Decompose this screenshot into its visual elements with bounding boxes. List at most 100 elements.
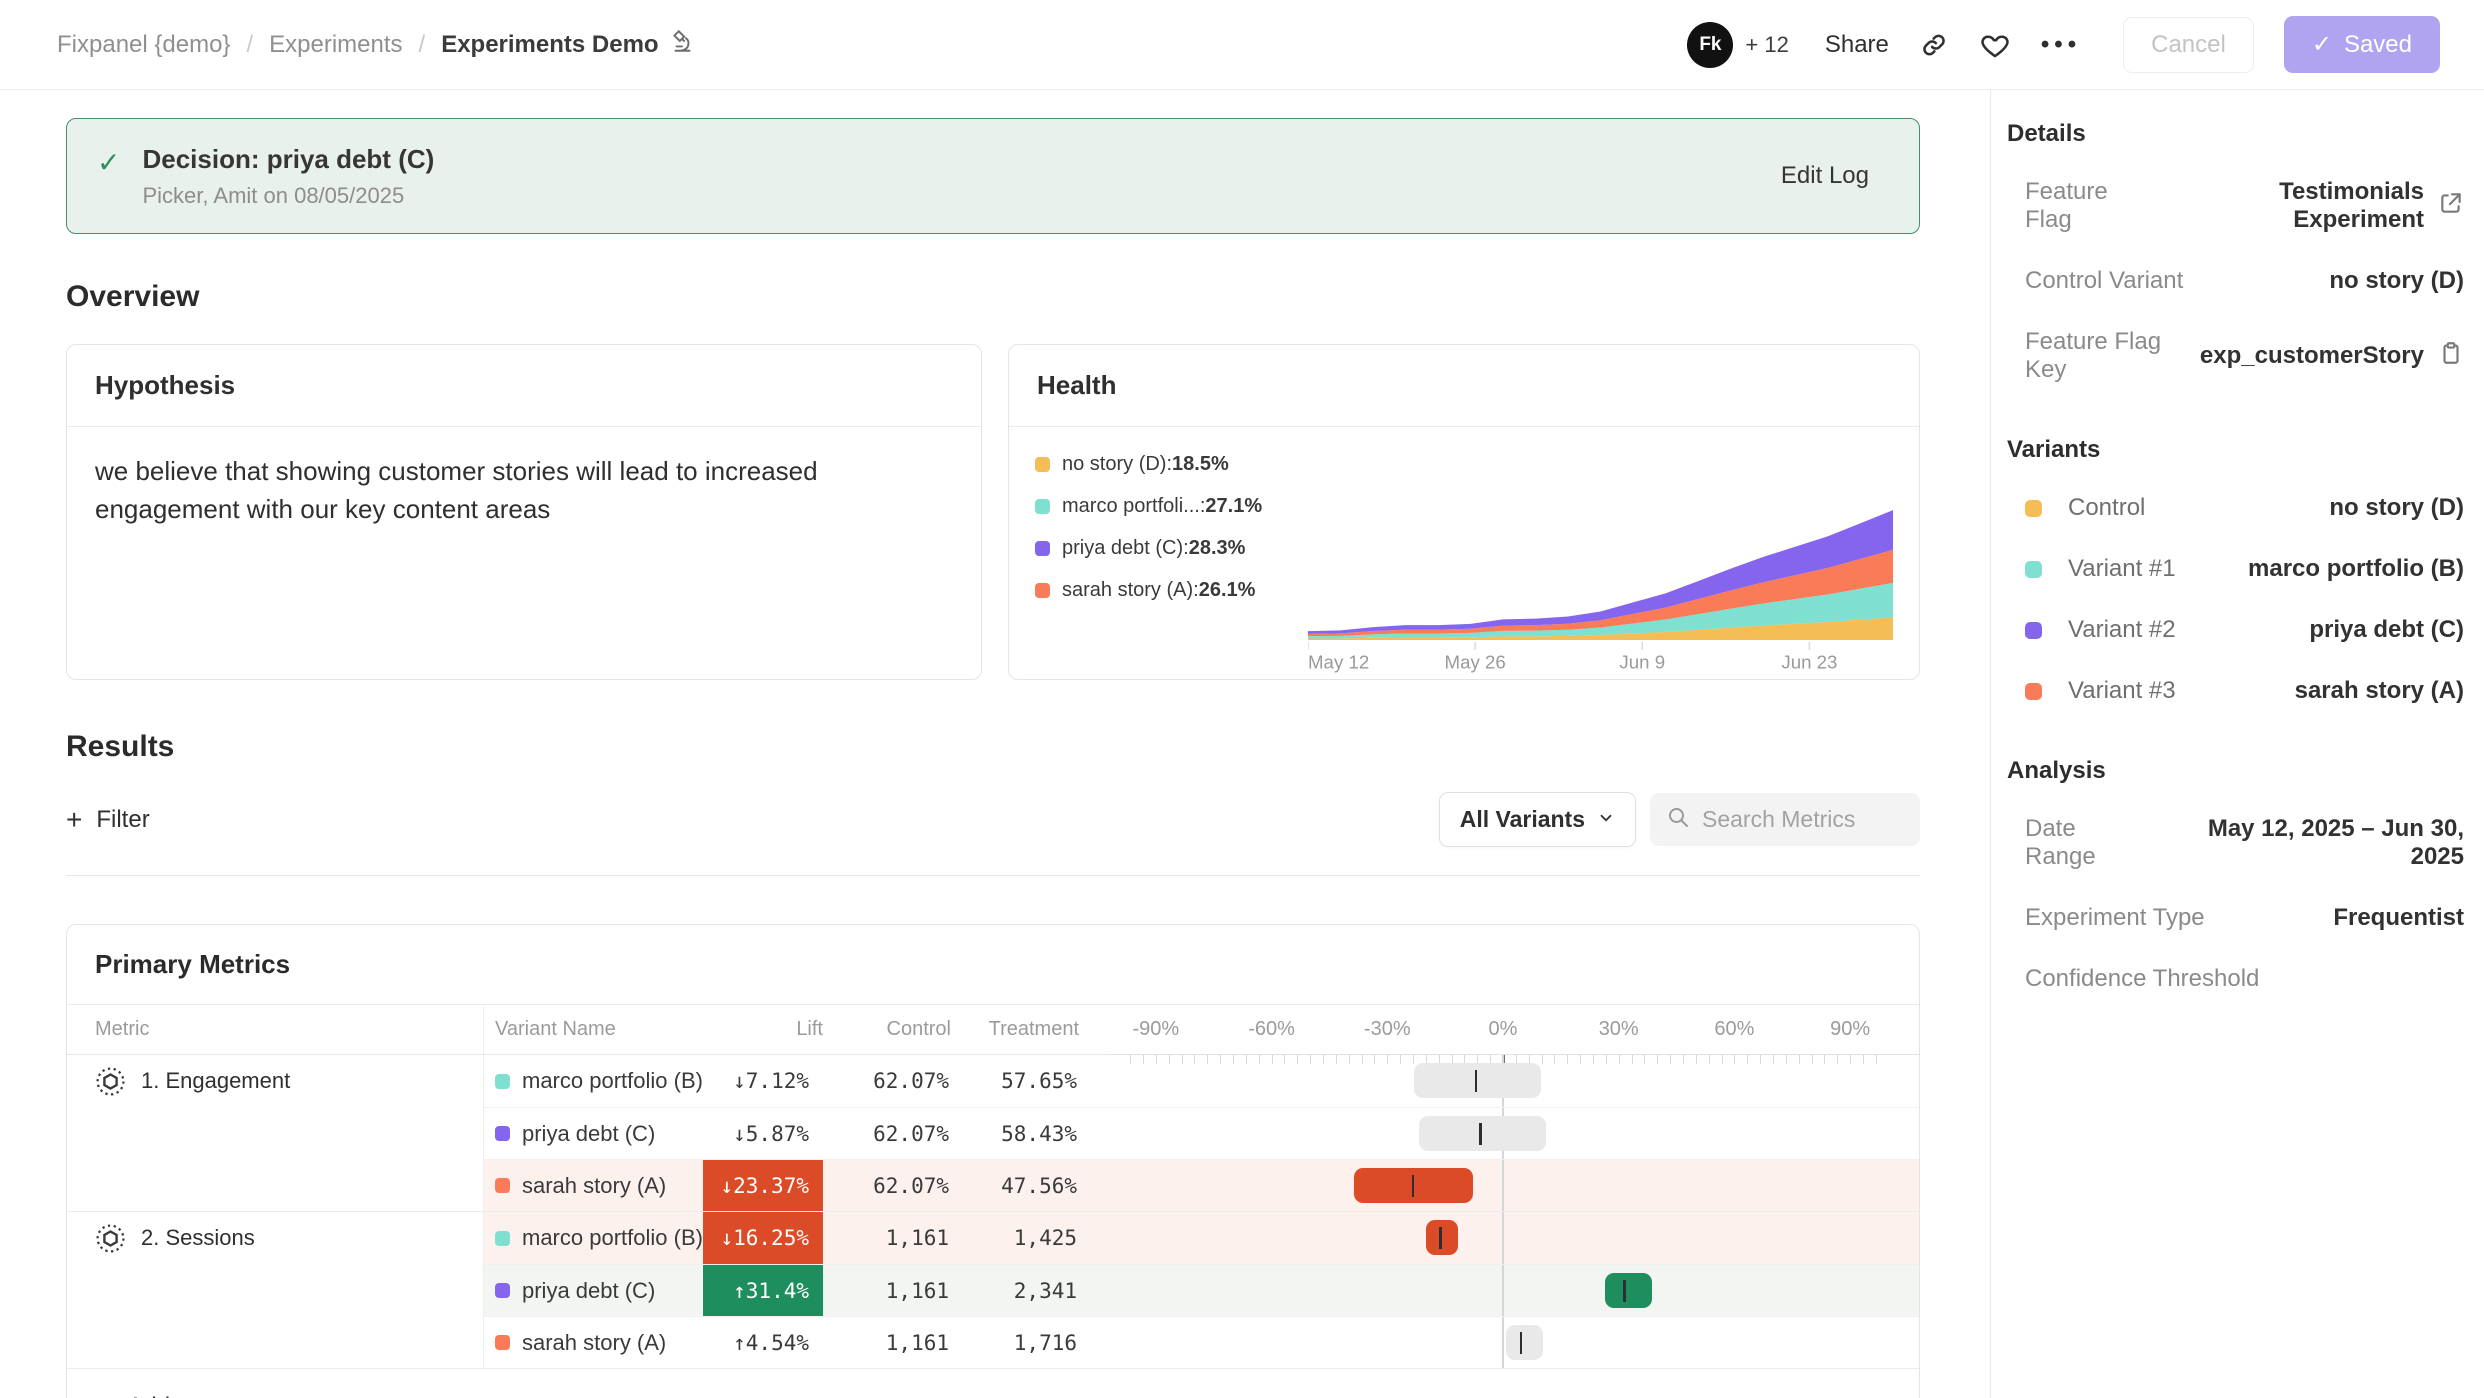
legend-swatch bbox=[1035, 499, 1050, 514]
table-row[interactable]: sarah story (A)↑4.54%1,1611,716 bbox=[484, 1316, 1920, 1368]
variant-name: priya debt (C) bbox=[522, 1278, 655, 1304]
search-metrics-box bbox=[1650, 793, 1920, 846]
clipboard-icon[interactable] bbox=[2438, 340, 2464, 373]
treatment-value: 47.56% bbox=[951, 1174, 1079, 1198]
health-legend-item: marco portfoli...: 27.1% bbox=[1035, 495, 1299, 518]
variant-swatch bbox=[495, 1126, 510, 1141]
x-axis-label: Jun 9 bbox=[1619, 652, 1665, 673]
ci-bar bbox=[1414, 1063, 1541, 1098]
sidebar-row: Date RangeMay 12, 2025 – Jun 30, 2025 bbox=[2007, 815, 2464, 871]
table-row[interactable]: sarah story (A)↓23.37%62.07%47.56% bbox=[484, 1159, 1920, 1211]
x-axis-label: May 12 bbox=[1308, 652, 1369, 673]
health-legend-item: no story (D): 18.5% bbox=[1035, 453, 1299, 476]
overview-cards: Hypothesis we believe that showing custo… bbox=[66, 344, 1920, 680]
variant-swatch bbox=[2025, 683, 2042, 700]
metric-name: 1. Engagement bbox=[141, 1068, 290, 1094]
decision-banner: ✓ Decision: priya debt (C) Picker, Amit … bbox=[66, 118, 1920, 234]
topbar-actions: Fk + 12 Share ••• Cancel ✓ Saved bbox=[1687, 16, 2440, 73]
add-filter-button[interactable]: + Filter bbox=[66, 804, 150, 836]
sidebar-row: Control Variantno story (D) bbox=[2007, 267, 2464, 295]
edit-log-button[interactable]: Edit Log bbox=[1781, 162, 1869, 190]
col-metric: Metric bbox=[67, 1005, 484, 1054]
lift-value: ↓16.25% bbox=[720, 1226, 809, 1250]
ci-axis-label: -90% bbox=[1133, 1018, 1180, 1041]
saved-button-label: Saved bbox=[2344, 31, 2412, 59]
variant-cell: sarah story (A) bbox=[484, 1330, 703, 1356]
ci-axis-label: 0% bbox=[1489, 1018, 1518, 1041]
control-value: 1,161 bbox=[823, 1279, 951, 1303]
search-metrics-input[interactable] bbox=[1702, 806, 1904, 833]
sidebar-row-label: Variant #3 bbox=[2025, 677, 2176, 705]
lift-cell: ↑31.4% bbox=[703, 1265, 823, 1316]
zero-line bbox=[1502, 1317, 1504, 1368]
sidebar-row: Variant #1marco portfolio (B) bbox=[2007, 555, 2464, 583]
variant-swatch bbox=[2025, 561, 2042, 578]
table-row[interactable]: priya debt (C)↑31.4%1,1612,341 bbox=[484, 1264, 1920, 1316]
main-content: ✓ Decision: priya debt (C) Picker, Amit … bbox=[0, 90, 1990, 1398]
share-button[interactable]: Share bbox=[1825, 31, 1889, 59]
sidebar-row-label: Confidence Threshold bbox=[2025, 965, 2259, 993]
sidebar-row-label: Control bbox=[2025, 494, 2145, 522]
lift-value: ↑4.54% bbox=[733, 1331, 809, 1355]
avatar[interactable]: Fk bbox=[1687, 22, 1733, 68]
plus-icon: + bbox=[95, 1391, 111, 1398]
zero-line bbox=[1502, 1160, 1504, 1211]
metric-rows: marco portfolio (B)↓7.12%62.07%57.65%pri… bbox=[484, 1055, 1920, 1211]
sidebar-row-label: Variant #2 bbox=[2025, 616, 2176, 644]
add-metric-button[interactable]: + Add bbox=[67, 1369, 1919, 1398]
legend-swatch bbox=[1035, 457, 1050, 472]
breadcrumb: Fixpanel {demo} / Experiments / Experime… bbox=[57, 28, 695, 61]
more-menu-button[interactable]: ••• bbox=[2041, 31, 2081, 59]
variant-cell: marco portfolio (B) bbox=[484, 1225, 703, 1251]
ci-lift-tick bbox=[1479, 1123, 1482, 1145]
sidebar-row-label: Feature Flag bbox=[2025, 178, 2155, 234]
legend-label: marco portfoli...: bbox=[1062, 495, 1205, 518]
control-value: 62.07% bbox=[823, 1122, 951, 1146]
lift-value: ↓5.87% bbox=[733, 1122, 809, 1146]
variant-name: marco portfolio (B) bbox=[522, 1068, 703, 1094]
ci-lift-tick bbox=[1520, 1332, 1523, 1354]
treatment-value: 1,425 bbox=[951, 1226, 1079, 1250]
metric-name-cell: 1. Engagement bbox=[67, 1055, 484, 1211]
hypothesis-card-title: Hypothesis bbox=[67, 345, 981, 427]
ci-bar bbox=[1506, 1325, 1543, 1360]
cancel-button[interactable]: Cancel bbox=[2123, 17, 2254, 73]
health-chart: May 12May 26Jun 9Jun 23 bbox=[1299, 427, 1919, 679]
external-link-icon[interactable] bbox=[2438, 190, 2464, 223]
lift-cell: ↓7.12% bbox=[703, 1055, 823, 1107]
sidebar-label-text: Experiment Type bbox=[2025, 904, 2205, 932]
sidebar-row-label: Feature Flag Key bbox=[2025, 328, 2200, 384]
table-row[interactable]: marco portfolio (B)↓7.12%62.07%57.65% bbox=[484, 1055, 1920, 1107]
all-variants-label: All Variants bbox=[1460, 806, 1585, 833]
sidebar-label-text: Control bbox=[2068, 494, 2145, 522]
all-variants-dropdown[interactable]: All Variants bbox=[1439, 792, 1636, 847]
variant-swatch bbox=[495, 1335, 510, 1350]
avatar-overflow-count[interactable]: + 12 bbox=[1745, 32, 1788, 58]
lift-cell: ↑4.54% bbox=[703, 1317, 823, 1368]
metric-group: 2. Sessionsmarco portfolio (B)↓16.25%1,1… bbox=[67, 1212, 1919, 1369]
copy-link-icon[interactable] bbox=[1919, 30, 1949, 60]
treatment-value: 58.43% bbox=[951, 1122, 1079, 1146]
breadcrumb-project[interactable]: Fixpanel {demo} bbox=[57, 31, 230, 59]
legend-swatch bbox=[1035, 583, 1050, 598]
favorite-heart-icon[interactable] bbox=[1979, 29, 2011, 61]
sidebar-row-value: marco portfolio (B) bbox=[2248, 555, 2464, 583]
legend-value: 28.3% bbox=[1189, 537, 1246, 560]
ci-lift-tick bbox=[1623, 1280, 1626, 1302]
control-value: 1,161 bbox=[823, 1226, 951, 1250]
plus-icon: + bbox=[66, 804, 82, 836]
overview-heading: Overview bbox=[66, 280, 1920, 314]
legend-label: no story (D): bbox=[1062, 453, 1172, 476]
sidebar-label-text: Control Variant bbox=[2025, 267, 2183, 295]
ci-axis: -90%-60%-30%0%30%60%90% bbox=[1110, 1005, 1920, 1054]
metric-rows: marco portfolio (B)↓16.25%1,1611,425priy… bbox=[484, 1212, 1920, 1368]
decision-meta: Picker, Amit on 08/05/2025 bbox=[142, 183, 434, 209]
saved-button[interactable]: ✓ Saved bbox=[2284, 16, 2440, 73]
lift-value: ↓7.12% bbox=[733, 1069, 809, 1093]
table-row[interactable]: marco portfolio (B) ↓16.25% 1,1611,425 bbox=[484, 1212, 1920, 1264]
legend-value: 26.1% bbox=[1199, 579, 1256, 602]
breadcrumb-experiments[interactable]: Experiments bbox=[269, 31, 402, 59]
ci-axis-label: -30% bbox=[1364, 1018, 1411, 1041]
sidebar-value-text: marco portfolio (B) bbox=[2248, 555, 2464, 583]
table-row[interactable]: priya debt (C)↓5.87%62.07%58.43% bbox=[484, 1107, 1920, 1159]
